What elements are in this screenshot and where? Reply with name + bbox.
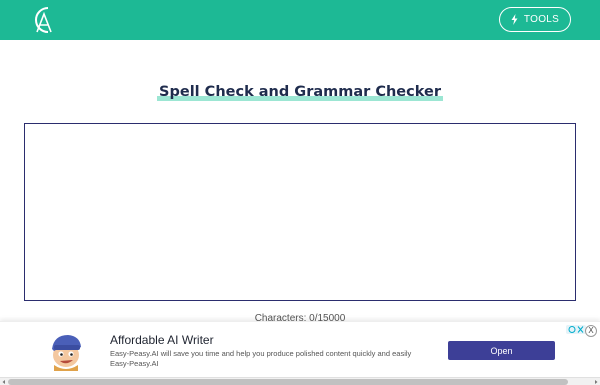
ad-title[interactable]: Affordable AI Writer <box>110 333 214 347</box>
ad-open-button[interactable]: Open <box>448 341 555 360</box>
ad-choices-icon[interactable] <box>566 325 586 334</box>
page: TOOLS Spell Check and Grammar Checker Ch… <box>0 0 600 385</box>
tools-button[interactable]: TOOLS <box>499 7 571 32</box>
cartoon-avatar-icon <box>52 335 81 371</box>
tools-label: TOOLS <box>523 14 560 25</box>
ad-close-button[interactable]: X <box>585 325 597 337</box>
top-header: TOOLS <box>0 0 600 40</box>
ad-description-text: Easy-Peasy.AI will save you time and hel… <box>110 349 412 358</box>
title-container: Spell Check and Grammar Checker <box>0 82 600 102</box>
scroll-left-icon[interactable] <box>1 379 7 385</box>
page-title: Spell Check and Grammar Checker <box>157 82 443 102</box>
ad-description: Easy-Peasy.AI will save you time and hel… <box>110 349 430 369</box>
lightning-bolt-icon <box>511 14 518 25</box>
scroll-right-icon[interactable] <box>593 379 599 385</box>
scrollbar-thumb[interactable] <box>8 379 568 385</box>
ad-banner[interactable]: Affordable AI Writer Easy-Peasy.AI will … <box>0 321 600 377</box>
logo-icon[interactable] <box>28 4 58 36</box>
horizontal-scrollbar[interactable] <box>0 377 600 385</box>
spell-check-textarea[interactable] <box>24 123 576 301</box>
ad-advertiser: Easy-Peasy.AI <box>110 359 159 368</box>
